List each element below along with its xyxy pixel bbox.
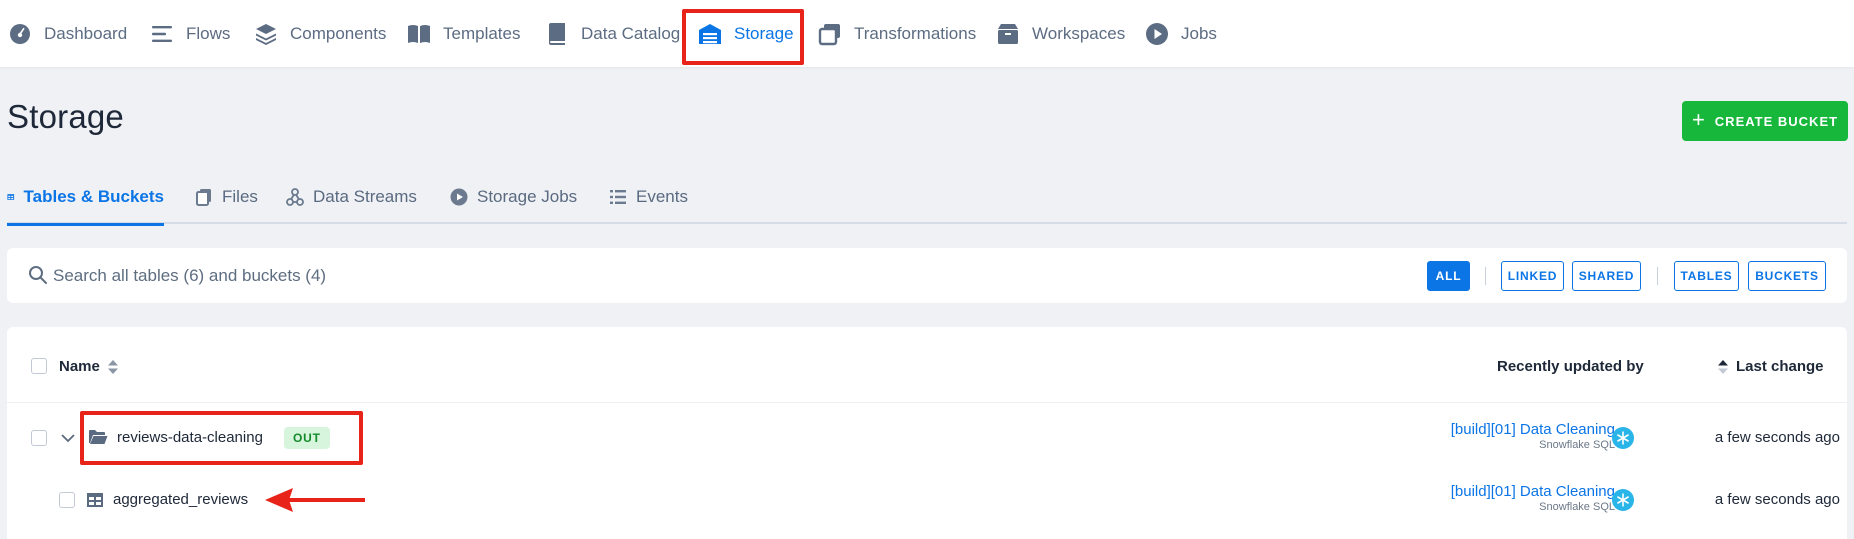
snowflake-icon — [1612, 427, 1634, 449]
list-icon — [610, 190, 626, 204]
filter-shared-button[interactable]: SHARED — [1572, 261, 1641, 291]
plus-icon: + — [1691, 107, 1706, 132]
red-arrow-annotation — [265, 488, 365, 512]
chevron-down-icon[interactable] — [61, 433, 75, 443]
filter-all-button[interactable]: ALL — [1427, 261, 1470, 291]
nav-templates-label: Templates — [443, 23, 521, 43]
nav-components-label: Components — [290, 23, 387, 43]
row-checkbox[interactable] — [31, 430, 47, 446]
tab-events[interactable]: Events — [609, 170, 688, 224]
stage-badge: OUT — [284, 427, 330, 449]
last-change-column-label: Last change — [1736, 358, 1824, 375]
templates-icon — [408, 24, 430, 43]
nav-data-catalog-label: Data Catalog — [581, 23, 681, 43]
tab-tables-buckets-label: Tables & Buckets — [23, 187, 164, 206]
files-icon — [196, 189, 211, 206]
tab-events-label: Events — [636, 187, 688, 206]
row-checkbox[interactable] — [59, 492, 75, 508]
nav-jobs-label: Jobs — [1181, 23, 1217, 43]
dashboard-icon — [10, 23, 30, 44]
updated-by-link[interactable]: [build][01] Data Cleaning — [1451, 421, 1615, 438]
table-row[interactable]: reviews-data-cleaning OUT [build][01] Da… — [7, 407, 1847, 469]
tab-files[interactable]: Files — [195, 170, 258, 224]
sort-icon — [1718, 359, 1728, 374]
storage-icon — [699, 23, 721, 44]
tab-storage-jobs[interactable]: Storage Jobs — [450, 170, 577, 224]
search-icon — [29, 266, 47, 284]
create-bucket-label: CREATE BUCKET — [1714, 113, 1839, 129]
name-column-header[interactable]: Name — [59, 358, 118, 375]
nav-workspaces[interactable]: Workspaces — [996, 0, 1125, 67]
storage-subtabs: Tables & Buckets Files Data Streams Stor… — [7, 170, 1847, 226]
filter-linked-button[interactable]: LINKED — [1501, 261, 1564, 291]
search-input[interactable] — [53, 260, 953, 292]
top-navigation: Dashboard Flows Components Templates Dat… — [0, 0, 1854, 67]
transformations-icon — [818, 23, 840, 45]
tab-data-streams[interactable]: Data Streams — [286, 170, 417, 224]
recently-updated-column-header: Recently updated by — [1497, 358, 1644, 375]
nav-components[interactable]: Components — [254, 0, 386, 67]
nav-flows-label: Flows — [186, 23, 231, 43]
components-icon — [256, 23, 276, 45]
tab-data-streams-label: Data Streams — [313, 187, 417, 206]
tab-tables-buckets[interactable]: Tables & Buckets — [7, 170, 164, 226]
create-bucket-button[interactable]: + CREATE BUCKET — [1682, 101, 1848, 141]
tab-storage-jobs-label: Storage Jobs — [477, 187, 578, 206]
nav-transformations[interactable]: Transformations — [818, 0, 976, 67]
bucket-name[interactable]: reviews-data-cleaning — [117, 429, 263, 446]
nav-dashboard[interactable]: Dashboard — [8, 0, 127, 67]
last-change-value: a few seconds ago — [1714, 491, 1840, 508]
table-icon — [7, 194, 15, 200]
nav-jobs[interactable]: Jobs — [1145, 0, 1217, 67]
data-streams-icon — [286, 188, 304, 206]
last-change-column-header[interactable]: Last change — [1718, 358, 1824, 375]
flows-icon — [152, 25, 172, 42]
nav-transformations-label: Transformations — [854, 23, 977, 43]
updated-by: [build][01] Data Cleaning Snowflake SQL — [1451, 421, 1615, 451]
folder-open-icon — [89, 430, 108, 444]
nav-data-catalog[interactable]: Data Catalog — [545, 0, 680, 67]
nav-templates[interactable]: Templates — [407, 0, 520, 67]
select-all-checkbox[interactable] — [31, 358, 47, 374]
filter-separator — [1657, 267, 1658, 285]
updated-by: [build][01] Data Cleaning Snowflake SQL — [1451, 483, 1615, 513]
data-catalog-icon — [549, 22, 565, 45]
tab-files-label: Files — [222, 187, 258, 206]
updated-by-link[interactable]: [build][01] Data Cleaning — [1451, 483, 1615, 500]
nav-storage[interactable]: Storage — [698, 0, 794, 67]
table-icon — [87, 493, 103, 507]
nav-storage-label: Storage — [734, 23, 794, 43]
sort-icon — [107, 359, 118, 374]
filter-tables-button[interactable]: TABLES — [1674, 261, 1739, 291]
filter-buckets-button[interactable]: BUCKETS — [1748, 261, 1826, 291]
jobs-icon — [1146, 22, 1168, 45]
last-change-value: a few seconds ago — [1714, 429, 1840, 446]
updated-by-component: Snowflake SQL — [1539, 501, 1615, 513]
nav-dashboard-label: Dashboard — [44, 23, 128, 43]
search-bar: ALL LINKED SHARED TABLES BUCKETS — [7, 248, 1847, 303]
nav-workspaces-label: Workspaces — [1032, 23, 1126, 43]
snowflake-icon — [1612, 489, 1634, 511]
name-column-label: Name — [59, 358, 100, 375]
updated-by-component: Snowflake SQL — [1539, 439, 1615, 451]
table-name[interactable]: aggregated_reviews — [113, 491, 248, 508]
recently-updated-column-label: Recently updated by — [1497, 358, 1644, 375]
table-header: Name Recently updated by Last change — [7, 327, 1847, 403]
workspaces-icon — [998, 23, 1018, 44]
page-title: Storage — [7, 98, 124, 135]
nav-flows[interactable]: Flows — [150, 0, 230, 67]
play-circle-icon — [450, 188, 468, 206]
filter-separator — [1485, 267, 1486, 285]
